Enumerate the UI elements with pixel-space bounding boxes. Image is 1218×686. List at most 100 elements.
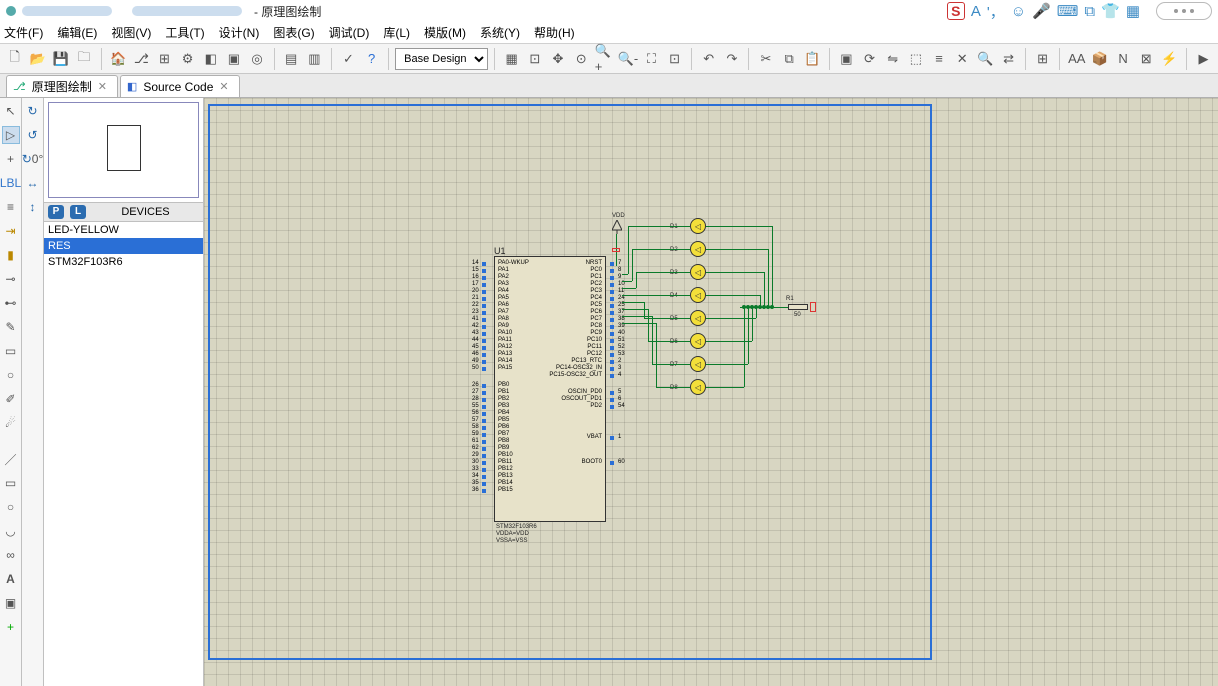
menu-system[interactable]: 系统(Y) — [480, 24, 520, 41]
generator-tool-icon[interactable]: ○ — [2, 366, 20, 384]
ime-shirt-icon[interactable]: 👕 — [1101, 2, 1120, 20]
menu-view[interactable]: 视图(V) — [111, 24, 151, 41]
redo-icon[interactable]: ↷ — [721, 48, 742, 70]
rect-tool-icon[interactable]: ▭ — [2, 474, 20, 492]
zoom-in-icon[interactable]: 🔍+ — [594, 48, 615, 70]
menu-help[interactable]: 帮助(H) — [534, 24, 575, 41]
net-icon[interactable]: N — [1112, 48, 1133, 70]
compile-icon[interactable]: ⚡ — [1159, 48, 1180, 70]
led-body[interactable]: ◁ — [690, 264, 706, 280]
gerber-icon[interactable]: ◎ — [247, 48, 268, 70]
parts-icon[interactable]: ▤ — [281, 48, 302, 70]
mirror-icon[interactable]: ⇋ — [882, 48, 903, 70]
undo-icon[interactable]: ↶ — [698, 48, 719, 70]
line-tool-icon[interactable]: ／ — [2, 450, 20, 468]
menu-template[interactable]: 模版(M) — [424, 24, 466, 41]
align-icon[interactable]: ≡ — [928, 48, 949, 70]
led-body[interactable]: ◁ — [690, 379, 706, 395]
led-body[interactable]: ◁ — [690, 356, 706, 372]
tab-schematic[interactable]: ⎇ 原理图绘制 ✕ — [6, 75, 118, 97]
tape-tool-icon[interactable]: ▭ — [2, 342, 20, 360]
paste-icon[interactable]: 📋 — [802, 48, 823, 70]
rotate-ccw-icon[interactable]: ↺ — [24, 126, 42, 144]
tab-close-icon[interactable]: ✕ — [98, 80, 107, 93]
delete-icon[interactable]: ✕ — [952, 48, 973, 70]
block-icon[interactable]: ▣ — [836, 48, 857, 70]
pick-icon[interactable]: ⬚ — [905, 48, 926, 70]
ime-grid-icon[interactable]: ▦ — [1126, 2, 1140, 20]
help-icon[interactable]: ? — [361, 48, 382, 70]
list-item[interactable]: RES — [44, 238, 203, 254]
drc-icon[interactable]: ⊠ — [1136, 48, 1157, 70]
design-combo[interactable]: Base Design — [395, 48, 488, 70]
ime-pill[interactable] — [1156, 2, 1212, 20]
tab-source[interactable]: ◧ Source Code ✕ — [120, 75, 240, 97]
ime-punct-icon[interactable]: '， — [987, 1, 1005, 22]
menu-edit[interactable]: 编辑(E) — [57, 24, 97, 41]
ime-skin-icon[interactable]: ⧉ — [1084, 3, 1095, 20]
new-icon[interactable]: 🗋 — [4, 48, 25, 70]
path-tool-icon[interactable]: ∞ — [2, 546, 20, 564]
list-item[interactable]: STM32F103R6 — [44, 254, 203, 270]
rotate-icon[interactable]: ⟳ — [859, 48, 880, 70]
text-a-tool-icon[interactable]: A — [2, 570, 20, 588]
subcircuit-tool-icon[interactable]: ▮ — [2, 246, 20, 264]
selection-tool-icon[interactable]: ↖ — [2, 102, 20, 120]
object-icon[interactable]: ◧ — [200, 48, 221, 70]
symbol-tool-icon[interactable]: ▣ — [2, 594, 20, 612]
search-icon[interactable]: 🔍 — [975, 48, 996, 70]
devices-list[interactable]: LED-YELLOW RES STM32F103R6 — [44, 222, 203, 686]
3d-icon[interactable]: ▣ — [223, 48, 244, 70]
bom-icon[interactable]: ▥ — [304, 48, 325, 70]
overview-thumbnail[interactable] — [48, 102, 199, 198]
save-icon[interactable]: 💾 — [50, 48, 71, 70]
ime-mode[interactable]: A — [971, 3, 981, 20]
junction-tool-icon[interactable]: + — [2, 150, 20, 168]
zoom-area-icon[interactable]: ⛶ — [641, 48, 662, 70]
led-body[interactable]: ◁ — [690, 333, 706, 349]
grid-toggle-icon[interactable]: ▦ — [501, 48, 522, 70]
led-body[interactable]: ◁ — [690, 310, 706, 326]
ime-keyboard-icon[interactable]: ⌨ — [1057, 2, 1079, 20]
rotate-cw-icon[interactable]: ↻ — [24, 102, 42, 120]
pan-icon[interactable]: ✥ — [547, 48, 568, 70]
flip-v-icon[interactable]: ↕ — [24, 198, 42, 216]
instrument-tool-icon[interactable]: ☄ — [2, 414, 20, 432]
text-tool-icon[interactable]: ≡ — [2, 198, 20, 216]
menu-design[interactable]: 设计(N) — [219, 24, 260, 41]
menu-debug[interactable]: 调试(D) — [329, 24, 370, 41]
led-body[interactable]: ◁ — [690, 218, 706, 234]
copy-icon[interactable]: ⧉ — [779, 48, 800, 70]
replace-icon[interactable]: ⇄ — [998, 48, 1019, 70]
cut-icon[interactable]: ✂ — [755, 48, 776, 70]
zoom-all-icon[interactable]: ⊡ — [664, 48, 685, 70]
zoom-fit-icon[interactable]: ⊙ — [571, 48, 592, 70]
menu-graph[interactable]: 图表(G) — [273, 24, 314, 41]
schematic-canvas[interactable]: VDD U1 STM32F103R6 VDDA=VDD VSSA=VSS 14P… — [204, 98, 1218, 686]
menu-file[interactable]: 文件(F) — [4, 24, 43, 41]
component-tool-icon[interactable]: ▷ — [2, 126, 20, 144]
flip-h-icon[interactable]: ↔ — [24, 174, 42, 192]
menu-tools[interactable]: 工具(T) — [165, 24, 204, 41]
marker-tool-icon[interactable]: + — [2, 618, 20, 636]
list-item[interactable]: LED-YELLOW — [44, 222, 203, 238]
run-icon[interactable]: ▶ — [1193, 48, 1214, 70]
led-body[interactable]: ◁ — [690, 287, 706, 303]
project-icon[interactable]: 🏠 — [108, 48, 129, 70]
l-button-icon[interactable]: L — [70, 205, 86, 219]
package-icon[interactable]: 📦 — [1089, 48, 1110, 70]
label-tool-icon[interactable]: LBL — [2, 174, 20, 192]
pin-tool-icon[interactable]: ⊷ — [2, 294, 20, 312]
circle-tool-icon[interactable]: ○ — [2, 498, 20, 516]
erc-icon[interactable]: ✓ — [338, 48, 359, 70]
tab-close-icon[interactable]: ✕ — [219, 80, 228, 93]
annotate-icon[interactable]: AA — [1066, 48, 1087, 70]
pcb-icon[interactable]: ⊞ — [154, 48, 175, 70]
close-icon[interactable]: 🗀 — [73, 48, 94, 70]
ime-emoji-icon[interactable]: ☺ — [1011, 3, 1026, 20]
ime-mic-icon[interactable]: 🎤 — [1032, 2, 1051, 20]
gear-icon[interactable]: ⚙ — [177, 48, 198, 70]
zoom-out-icon[interactable]: 🔍- — [617, 48, 639, 70]
bus-tool-icon[interactable]: ⇥ — [2, 222, 20, 240]
resistor-body[interactable] — [788, 304, 808, 310]
